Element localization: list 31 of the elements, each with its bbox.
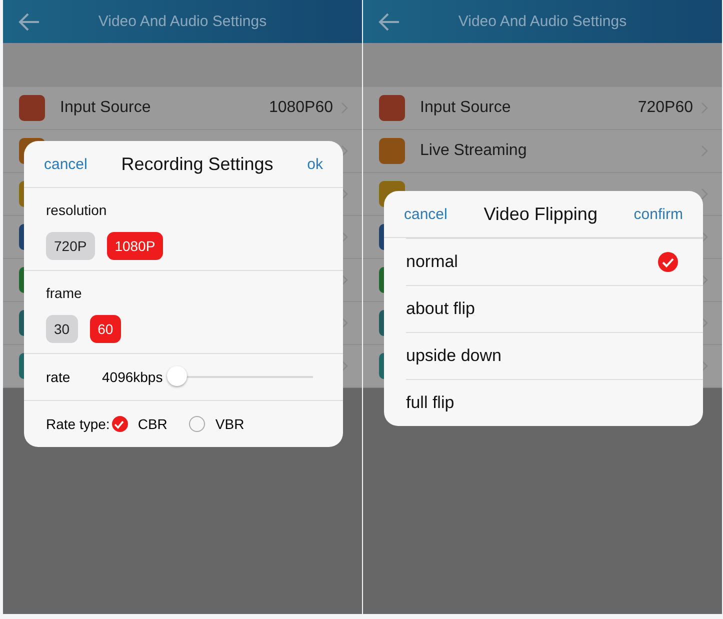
- cancel-button[interactable]: cancel: [404, 206, 448, 222]
- flip-option[interactable]: full flip: [406, 379, 703, 426]
- rate-label: rate: [46, 369, 72, 385]
- radio-option[interactable]: CBR: [112, 416, 168, 432]
- option-chip[interactable]: 720P: [46, 232, 95, 260]
- dialog-title: Video Flipping: [484, 204, 598, 224]
- row-value: 1080P60: [268, 99, 333, 117]
- row-label: Input Source: [420, 99, 511, 117]
- cancel-button[interactable]: cancel: [44, 156, 88, 172]
- row-label: Input Source: [60, 99, 151, 117]
- settings-row[interactable]: Input Source 1080P60: [3, 87, 362, 130]
- option-chip[interactable]: 30: [46, 315, 78, 343]
- confirm-button[interactable]: ok: [307, 156, 323, 172]
- option-chip[interactable]: 1080P: [106, 232, 164, 260]
- screen-title: Video And Audio Settings: [458, 13, 627, 30]
- flip-option[interactable]: upside down: [406, 332, 703, 379]
- row-value: 720P60: [638, 99, 693, 117]
- rate-reading: 4096kbps: [102, 369, 163, 385]
- screen-title: Video And Audio Settings: [98, 13, 267, 30]
- option-chip[interactable]: 60: [90, 315, 122, 343]
- flip-option[interactable]: normal: [406, 238, 703, 285]
- rate-type-label: Rate type:: [46, 416, 110, 432]
- section-label: frame: [46, 285, 83, 301]
- settings-row[interactable]: Input Source 720P60: [363, 87, 722, 130]
- flip-option[interactable]: about flip: [406, 285, 703, 332]
- settings-row[interactable]: Live Streaming: [363, 130, 722, 173]
- confirm-button[interactable]: confirm: [634, 206, 683, 222]
- dialog-title: Recording Settings: [121, 154, 274, 174]
- row-label: Live Streaming: [420, 142, 527, 160]
- radio-option[interactable]: VBR: [189, 416, 244, 432]
- section-label: resolution: [46, 202, 108, 218]
